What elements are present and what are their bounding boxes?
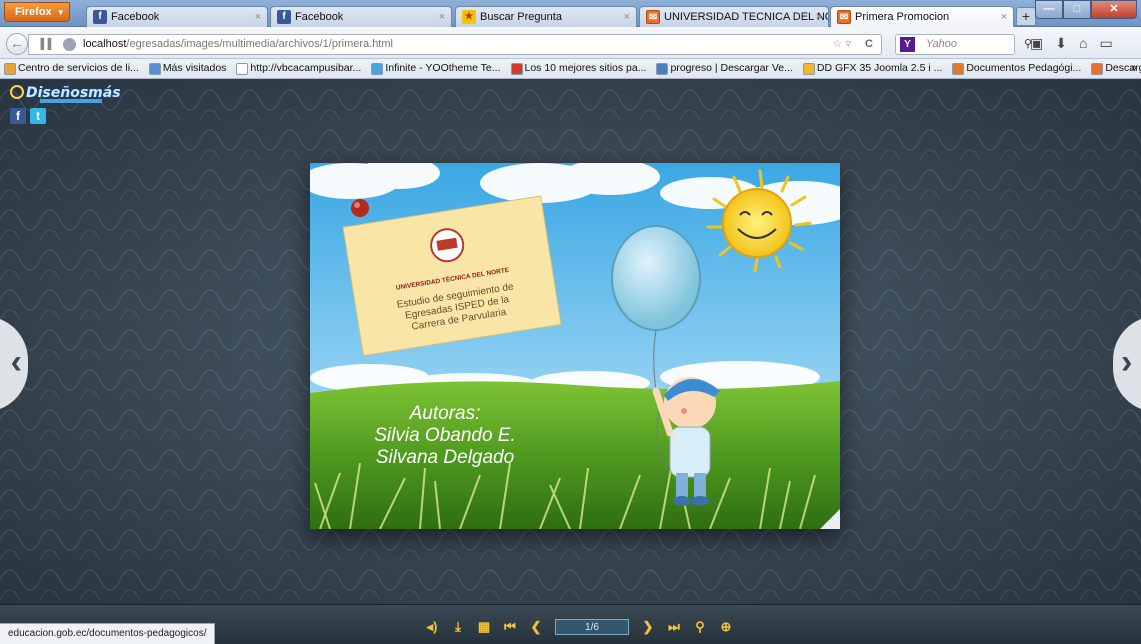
previous-page-icon[interactable]: ❮ (529, 619, 543, 635)
url-host: localhost (83, 38, 127, 50)
title-bar: Firefox ▼ f Facebook × f Facebook × ★ Bus… (0, 0, 1141, 28)
facebook-icon: f (277, 10, 291, 24)
arrow-left-icon: ← (10, 35, 24, 51)
page-number-input[interactable] (555, 619, 629, 635)
bookmark-label: DD GFX 35 Joomla 2.5 i ... (816, 62, 943, 74)
tab-label: Buscar Pregunta (480, 11, 562, 23)
tab-label: Facebook (295, 11, 344, 23)
utn-icon: ✉ (646, 10, 660, 24)
window-icon[interactable]: ▭ (1099, 35, 1112, 52)
tab-universidad[interactable]: ✉ UNIVERSIDAD TECNICA DEL NO... × (639, 6, 829, 27)
close-tab-icon[interactable]: × (1001, 7, 1007, 27)
tab-label: UNIVERSIDAD TECNICA DEL NO... (664, 11, 829, 23)
next-page-icon[interactable]: ❯ (641, 619, 655, 635)
tab-facebook-2[interactable]: f Facebook × (270, 6, 452, 27)
bookmark-item[interactable]: Documentos Pedagógi... (948, 59, 1087, 78)
viewer-controls: ◂) ⤓ ▦ ⏮ ❮ ❯ ⏭ ⚲ ⊕ (425, 619, 733, 635)
tab-facebook-1[interactable]: f Facebook × (86, 6, 268, 27)
download-icon[interactable]: ⤓ (451, 619, 465, 635)
close-tab-icon[interactable]: × (439, 7, 445, 27)
last-page-icon[interactable]: ⏭ (667, 619, 681, 635)
bookmark-item[interactable]: Más visitados (145, 59, 233, 78)
search-placeholder: Yahoo (926, 38, 957, 50)
close-tab-icon[interactable]: × (624, 7, 630, 27)
bookmark-label: Infinite - YOOtheme Te... (385, 62, 501, 74)
bookmark-favicon-icon (656, 62, 669, 75)
bookmark-label: Más visitados (162, 62, 227, 74)
tab-buscar-pregunta[interactable]: ★ Buscar Pregunta × (455, 6, 637, 27)
book-cover[interactable]: UNIVERSIDAD TÉCNICA DEL NORTE Estudio de… (310, 163, 840, 529)
twitter-share-icon[interactable]: t (30, 108, 46, 124)
red-pin-icon (351, 199, 369, 217)
bookmarks-bar: Centro de servicios de li... Más visitado… (0, 59, 1141, 79)
bookmark-label: progreso | Descargar Ve... (670, 62, 793, 74)
flipbook-viewer: Diseñosmás f t ‹ › UNIVERSIDAD TÉCNICA D… (0, 80, 1141, 604)
bookmark-item[interactable]: progreso | Descargar Ve... (652, 59, 798, 78)
yahoo-icon[interactable]: Y (900, 37, 915, 52)
bookmark-item[interactable]: Los 10 mejores sitios pa... (507, 59, 653, 78)
logo-bulb-icon (10, 85, 24, 99)
tab-primera-promocion[interactable]: ✉ Primera Promocion × (830, 6, 1014, 28)
bookmark-label: http://vbcacampusibar... (250, 62, 362, 74)
bookmark-item[interactable]: Infinite - YOOtheme Te... (367, 59, 506, 78)
social-links: f t (10, 108, 46, 124)
utn-icon: ✉ (837, 10, 851, 24)
status-url: educacion.gob.ec/documentos-pedagogicos/ (0, 623, 216, 644)
home-icon[interactable]: ⌂ (1079, 35, 1087, 52)
bookmark-favicon-icon (148, 62, 161, 75)
bookmark-favicon-icon (1091, 62, 1104, 75)
download-icon[interactable]: ⬇ (1055, 35, 1067, 52)
bookmark-item[interactable]: DD GFX 35 Joomla 2.5 i ... (799, 59, 948, 78)
zoom-in-icon[interactable]: ⊕ (719, 619, 733, 635)
close-window-button[interactable]: ✕ (1091, 0, 1137, 19)
new-tab-button[interactable]: + (1016, 7, 1036, 26)
search-input[interactable]: Y Yahoo ⚲ (895, 34, 1032, 55)
bookmark-favicon-icon (952, 62, 965, 75)
author-2: Silvana Delgado (376, 447, 514, 468)
minimize-button[interactable]: — (1035, 0, 1063, 19)
logo-underline (40, 99, 102, 103)
bookmark-favicon-icon (4, 62, 16, 75)
bookmark-favicon-icon (510, 62, 523, 75)
facebook-share-icon[interactable]: f (10, 108, 26, 124)
authors-title: Autoras: (409, 403, 481, 424)
bookmarks-overflow-button[interactable]: » (1131, 59, 1137, 78)
bookmark-label: Los 10 mejores sitios pa... (524, 62, 647, 74)
tab-label: Facebook (111, 11, 160, 23)
bookmark-label: Centro de servicios de li... (18, 62, 139, 74)
tab-label: Primera Promocion (855, 11, 950, 23)
close-tab-icon[interactable]: × (255, 7, 261, 27)
url-bar[interactable]: ▐▐ localhost/egresadas/images/multimedia… (28, 34, 882, 55)
bookmark-favicon-icon (802, 62, 815, 75)
window-controls: — □ ✕ (1035, 0, 1137, 19)
url-path: /egresadas/images/multimedia/archivos/1/… (126, 38, 393, 50)
facebook-icon: f (93, 10, 107, 24)
back-button[interactable]: ← (6, 33, 28, 55)
addon-icon[interactable]: ▣ (1030, 35, 1043, 52)
firefox-menu-label: Firefox (15, 6, 52, 18)
author-1: Silvia Obando E. (374, 425, 516, 446)
toolbar-icons: ▣ ⬇ ⌂ ▭ (1030, 35, 1113, 52)
thumbnails-icon[interactable]: ▦ (477, 619, 491, 635)
site-logo[interactable]: Diseñosmás (10, 83, 121, 103)
bookmark-favicon-icon (371, 62, 384, 75)
viewer-toolbar: educacion.gob.ec/documentos-pedagogicos/… (0, 604, 1141, 644)
bookmark-item[interactable]: Centro de servicios de li... (0, 59, 145, 78)
zoom-out-icon[interactable]: ⚲ (693, 619, 707, 635)
reload-icon[interactable]: C (865, 35, 873, 54)
buscar-pregunta-icon: ★ (462, 10, 476, 24)
firefox-menu-button[interactable]: Firefox ▼ (4, 2, 70, 22)
caret-down-icon: ▼ (56, 8, 65, 17)
sound-icon[interactable]: ◂) (425, 619, 439, 635)
navigation-bar: ← ▐▐ localhost/egresadas/images/multimed… (0, 27, 1141, 59)
bookmark-item[interactable]: http://vbcacampusibar... (232, 59, 367, 78)
globe-icon (63, 38, 76, 51)
first-page-icon[interactable]: ⏮ (503, 619, 517, 635)
page-identity-icon[interactable]: ▐▐ (37, 35, 51, 54)
bookmark-favicon-icon (236, 62, 249, 75)
maximize-button[interactable]: □ (1063, 0, 1091, 19)
close-tab-icon[interactable]: × (816, 7, 822, 27)
bookmark-label: Documentos Pedagógi... (966, 62, 1082, 74)
bookmark-star-icon[interactable]: ☆ ▿ (833, 35, 851, 54)
